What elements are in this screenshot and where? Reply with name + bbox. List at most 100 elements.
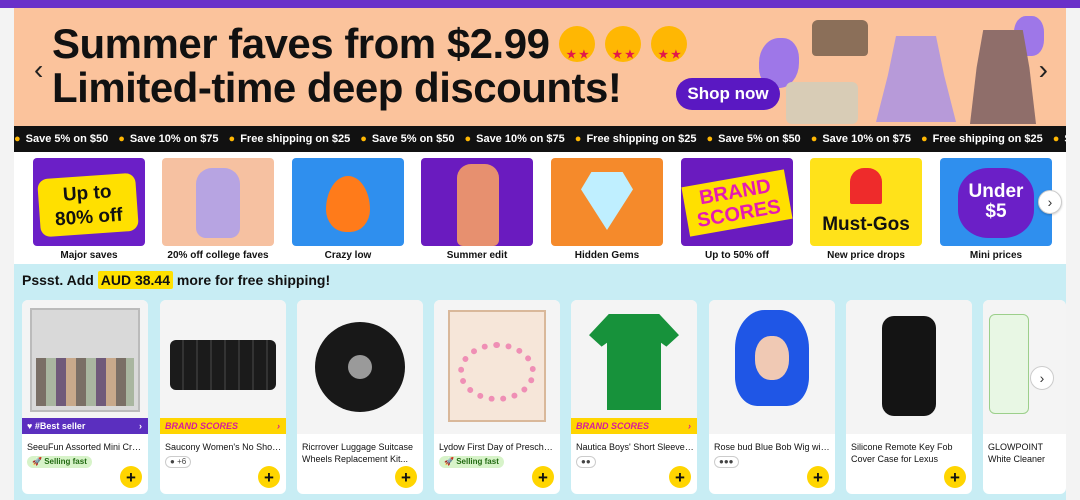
ticker-text: Save 5% on $50 (25, 133, 109, 145)
free-shipping-heading: Pssst. Add AUD 38.44 more for free shipp… (22, 271, 330, 289)
tag-label: BRAND SCORES (576, 421, 650, 431)
product-image (571, 300, 697, 434)
add-to-cart-button[interactable]: + (258, 466, 280, 488)
ticker-item: ● Free shipping on $25 (921, 133, 1043, 145)
promo-ticker: ● Save 5% on $50 ● Save 10% on $75 ● Free shi… (14, 126, 1066, 152)
chevron-right-icon: › (277, 421, 280, 431)
emoji-icon: ● (464, 133, 472, 145)
emoji-icon: ● (118, 133, 125, 145)
category-must-gos[interactable]: Must-Gos New price drops (810, 158, 922, 261)
add-to-cart-button[interactable]: + (807, 466, 829, 488)
product-title: Rose bud Blue Bob Wig with... (714, 442, 832, 452)
key-fob-image (882, 316, 936, 416)
ticker-item: ● Free shipping on $25 (575, 133, 697, 145)
right-decoration (1066, 8, 1080, 500)
color-swatch[interactable]: ● +6 (165, 456, 192, 468)
category-label: Mini prices (969, 250, 1023, 261)
add-to-cart-button[interactable]: + (532, 466, 554, 488)
ticker-text: Free shipping on $25 (240, 133, 351, 145)
product-card[interactable]: Lydow First Day of Preschoo... 🚀 Selling… (434, 300, 560, 494)
hero-headline: Summer faves from $2.99 Limited-time dee… (52, 22, 688, 111)
product-title: Silicone Remote Key Fob Cover Case for L… (851, 442, 953, 464)
category-mini-prices[interactable]: Under $5 Mini prices (940, 158, 1052, 261)
category-hidden-gems[interactable]: Hidden Gems (551, 158, 663, 261)
tag-label: #Best seller (34, 421, 86, 431)
tank-top-image (812, 20, 868, 56)
product-card[interactable]: Rose bud Blue Bob Wig with... ●●● + (709, 300, 835, 494)
siren-icon (850, 168, 882, 204)
chevron-left-icon[interactable]: ‹ (34, 54, 43, 86)
add-to-cart-button[interactable]: + (669, 466, 691, 488)
ticker-item: ● Save 5% on $50 (706, 133, 800, 145)
best-seller-tag: ♥ #Best seller › (22, 418, 148, 434)
selling-fast-pill: 🚀 Selling fast (27, 456, 92, 468)
ticker-text: Save 10% on $75 (129, 133, 219, 145)
product-image (983, 300, 1066, 434)
fire-icon (326, 176, 370, 232)
category-tile: BRAND SCORES (681, 158, 793, 246)
chevron-right-icon[interactable]: › (1038, 190, 1062, 214)
luggage-wheel-image (315, 322, 405, 412)
color-swatch[interactable]: ●● (576, 456, 596, 468)
emoji-icon: ● (706, 133, 714, 145)
left-decoration (0, 8, 14, 500)
product-title: SeeuFun Assorted Mini Crys... (27, 442, 145, 452)
ticker-item: ● Save 10% on $75 (464, 133, 564, 145)
emoji-icon: ● (14, 133, 21, 145)
product-image (22, 300, 148, 434)
category-tile: Under $5 (940, 158, 1052, 246)
selling-fast-pill: 🚀 Selling fast (439, 456, 504, 468)
ticker-item: ● Free shipping on $25 (229, 133, 351, 145)
socks-image (170, 340, 276, 390)
backpack-image (196, 168, 240, 238)
green-shirt-image (589, 314, 679, 410)
product-card[interactable]: ♥ #Best seller › SeeuFun Assorted Mini Cr… (22, 300, 148, 494)
shop-now-button[interactable]: Shop now (676, 78, 780, 110)
brand-scores-tag: BRAND SCORES › (160, 418, 286, 434)
chevron-right-icon: › (139, 421, 142, 431)
emoji-icon: ● (574, 133, 582, 145)
product-title: Nautica Boys' Short Sleeve S... (576, 442, 694, 452)
shipping-prefix: Pssst. Add (22, 272, 94, 288)
product-card[interactable]: GLOWPOINT White Cleaner Foam, 6.76... (983, 300, 1066, 494)
product-image (160, 300, 286, 434)
product-image (846, 300, 972, 434)
blue-wig-image (735, 310, 809, 406)
category-tile (162, 158, 274, 246)
category-tile (292, 158, 404, 246)
category-summer-edit[interactable]: Summer edit (421, 158, 533, 261)
product-title: GLOWPOINT White Cleaner Foam, 6.76... (988, 442, 1046, 464)
add-to-cart-button[interactable]: + (944, 466, 966, 488)
ticker-text: Save 10% on $75 (476, 133, 565, 145)
under-5-badge: Under $5 (958, 168, 1034, 238)
star-eyes-emoji-icon (605, 26, 642, 77)
product-card[interactable]: Ricrrover Luggage Suitcase Wheels Replac… (297, 300, 423, 494)
color-swatch[interactable]: ●●● (714, 456, 739, 468)
category-major-saves[interactable]: Up to 80% off Major saves (33, 158, 145, 261)
add-to-cart-button[interactable]: + (395, 466, 417, 488)
add-to-cart-button[interactable]: + (120, 466, 142, 488)
category-label: Major saves (60, 250, 118, 261)
product-card[interactable]: Silicone Remote Key Fob Cover Case for L… (846, 300, 972, 494)
product-card[interactable]: BRAND SCORES › Saucony Women's No Show ..… (160, 300, 286, 494)
shipping-amount: AUD 38.44 (97, 271, 173, 289)
category-tile: Up to 80% off (33, 158, 145, 246)
chevron-right-icon[interactable]: › (1030, 366, 1054, 390)
ticker-text: Save 10% on $75 (822, 133, 912, 145)
chevron-right-icon[interactable]: › (1039, 54, 1048, 86)
category-brand-scores[interactable]: BRAND SCORES Up to 50% off (681, 158, 793, 261)
star-eyes-emoji-icon (559, 26, 596, 77)
crystal-box-image (30, 308, 140, 412)
diamond-icon (581, 172, 633, 230)
category-label: 20% off college faves (167, 250, 269, 261)
product-image (297, 300, 423, 434)
product-card[interactable]: BRAND SCORES › Nautica Boys' Short Sleeve… (571, 300, 697, 494)
category-crazy-low[interactable]: Crazy low (292, 158, 404, 261)
category-college-faves[interactable]: 20% off college faves (162, 158, 274, 261)
product-title: Saucony Women's No Show ... (165, 442, 283, 452)
ticker-item: ● Save 10% on $75 (811, 133, 911, 145)
ticker-item: ● Save 5% on $50 (360, 133, 454, 145)
hero-line-2: Limited-time deep discounts! (52, 64, 622, 111)
hero-banner[interactable]: Summer faves from $2.99 Limited-time dee… (14, 8, 1066, 126)
brand-scores-tag: BRAND SCORES › (571, 418, 697, 434)
